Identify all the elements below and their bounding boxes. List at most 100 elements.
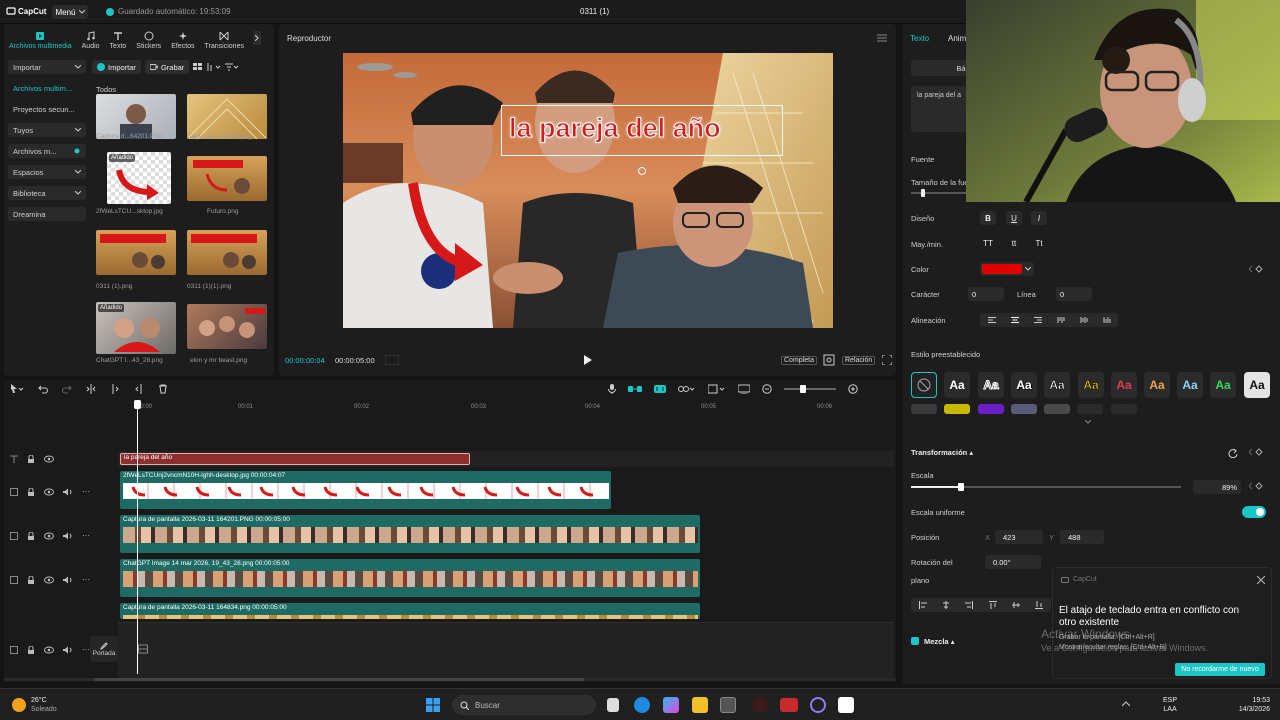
color-picker[interactable] [980, 262, 1034, 276]
rotation-input[interactable]: 0.00° [985, 555, 1041, 569]
zoom-out-icon[interactable] [762, 384, 772, 394]
language-indicator[interactable]: ESP LAA [1163, 696, 1177, 714]
hamburger-icon[interactable] [877, 34, 887, 42]
preview-axis-icon[interactable] [708, 384, 726, 394]
speaker-icon[interactable] [63, 576, 73, 584]
rotate-handle[interactable] [638, 167, 646, 175]
obs-icon[interactable] [752, 697, 768, 713]
image-clip-capture-1[interactable]: Captura de pantalla 2026-03-11 164201.PN… [120, 515, 700, 553]
fullscreen-icon[interactable] [882, 355, 892, 365]
image-clip-arrow[interactable]: 2fWeLsTCUnj2vncmN10H-lghh-desktop.jpg 00… [120, 471, 611, 509]
ratio-button[interactable]: Relación [842, 356, 876, 365]
uppercase-button[interactable]: TT [980, 236, 996, 250]
sidebar-item-library[interactable]: Biblioteca [8, 186, 86, 200]
video-overlay-text[interactable]: la pareja del año [509, 113, 722, 144]
lock-icon[interactable] [27, 645, 35, 654]
position-y-input[interactable]: 488 [1060, 530, 1104, 544]
media-thumb-4[interactable] [187, 156, 267, 201]
line-spacing-input[interactable]: 0 [1056, 287, 1092, 301]
slider-thumb[interactable] [921, 189, 925, 197]
transform-header[interactable]: Transformación ▴ [911, 448, 973, 457]
media-thumb-5[interactable] [96, 230, 176, 275]
preset-style-13[interactable] [978, 404, 1004, 414]
scale-slider[interactable] [911, 483, 1181, 491]
align-top-edge-icon[interactable] [988, 601, 997, 609]
font-size-slider[interactable] [911, 189, 966, 197]
preset-style-5[interactable]: Aa [1078, 372, 1104, 398]
preset-style-12[interactable] [944, 404, 970, 414]
link-main-track-icon[interactable] [628, 384, 642, 394]
align-h-center-icon[interactable] [942, 601, 950, 609]
magnet-icon[interactable] [654, 384, 666, 394]
align-right-edge-icon[interactable] [965, 601, 974, 609]
eye-icon[interactable] [44, 455, 54, 463]
blend-header[interactable]: Mezcla ▴ [924, 637, 954, 646]
lock-icon[interactable] [27, 455, 35, 463]
preset-style-9[interactable]: Aa [1210, 372, 1236, 398]
video-preview[interactable]: la pareja del año [343, 53, 833, 328]
chevron-up-icon[interactable] [1122, 701, 1130, 707]
eye-icon[interactable] [44, 532, 54, 540]
titlecase-button[interactable]: Tt [1031, 236, 1047, 250]
copilot-icon[interactable] [663, 697, 679, 713]
slider-thumb[interactable] [800, 385, 806, 393]
eye-icon[interactable] [44, 576, 54, 584]
lock-icon[interactable] [27, 575, 35, 584]
sidebar-item-media[interactable]: Archivos multim... [8, 81, 86, 95]
more-icon[interactable]: ··· [82, 531, 90, 540]
app-icon[interactable] [780, 698, 798, 712]
preset-style-7[interactable]: Aa [1144, 372, 1170, 398]
more-icon[interactable]: ··· [82, 487, 90, 496]
keyframe-icon[interactable] [1249, 482, 1263, 490]
dont-remind-button[interactable]: No recordarme de nuevo [1175, 663, 1265, 676]
italic-button[interactable]: I [1031, 211, 1047, 225]
preset-style-10[interactable]: Aa [1244, 372, 1270, 398]
cover-button[interactable]: Portada [90, 636, 118, 662]
blend-checkbox[interactable] [911, 637, 919, 645]
image-clip-chatgpt[interactable]: ChatGPT Image 14 mar 2026, 19_43_28.png … [120, 559, 700, 597]
redo-icon[interactable] [62, 384, 72, 394]
clock[interactable]: 19:53 14/3/2026 [1225, 696, 1270, 714]
sidebar-item-spaces[interactable]: Espacios [8, 165, 86, 179]
sidebar-item-yours[interactable]: Tuyos [8, 123, 86, 137]
more-icon[interactable]: ··· [82, 575, 90, 584]
record-button[interactable]: Grabar [144, 60, 190, 74]
keyframe-icon[interactable] [1249, 265, 1263, 273]
underline-button[interactable]: U [1006, 211, 1022, 225]
weather-widget[interactable]: 26°C Soleado [12, 696, 57, 714]
timeline-scrollbar[interactable] [4, 678, 896, 681]
bold-button[interactable]: B [980, 211, 996, 225]
text-clip[interactable]: la pareja del año [120, 453, 470, 465]
image-clip-capture-2[interactable]: Captura de pantalla 2026-03-11 164834.pn… [120, 603, 700, 619]
media-thumb-6[interactable] [187, 230, 267, 275]
align-left-icon[interactable] [987, 317, 996, 323]
tab-audio[interactable]: Audio [77, 24, 105, 50]
sidebar-item-dreamina[interactable]: Dreamina [8, 207, 86, 221]
menu-button[interactable]: Menú [52, 5, 88, 19]
speaker-icon[interactable] [63, 488, 73, 496]
tab-animation[interactable]: Anim [948, 34, 966, 43]
lowercase-button[interactable]: tt [1006, 236, 1022, 250]
align-middle-vertical-icon[interactable] [1080, 317, 1088, 323]
eye-icon[interactable] [44, 488, 54, 496]
sidebar-item-import[interactable]: Importar [8, 60, 86, 74]
file-explorer-icon[interactable] [692, 697, 708, 713]
keyframe-icon[interactable] [1249, 448, 1263, 456]
tab-media[interactable]: Archivos multimedia [4, 24, 77, 50]
scale-input[interactable]: 89% [1193, 480, 1241, 494]
filter-icon[interactable] [225, 63, 239, 71]
play-icon[interactable] [584, 355, 592, 365]
sidebar-item-projects[interactable]: Proyectos secun... [8, 102, 86, 116]
playhead[interactable] [134, 400, 141, 674]
reset-icon[interactable] [1228, 448, 1238, 458]
preset-style-14[interactable] [1011, 404, 1037, 414]
split-right-icon[interactable] [134, 384, 144, 394]
expand-presets-icon[interactable] [1085, 420, 1091, 424]
preset-style-6[interactable]: Aa [1111, 372, 1137, 398]
lock-icon[interactable] [27, 487, 35, 496]
undo-icon[interactable] [38, 384, 48, 394]
tab-transitions[interactable]: Transiciones [200, 24, 249, 50]
eye-icon[interactable] [44, 646, 54, 654]
app-icon[interactable] [810, 697, 826, 713]
chrome-icon[interactable] [720, 697, 736, 713]
